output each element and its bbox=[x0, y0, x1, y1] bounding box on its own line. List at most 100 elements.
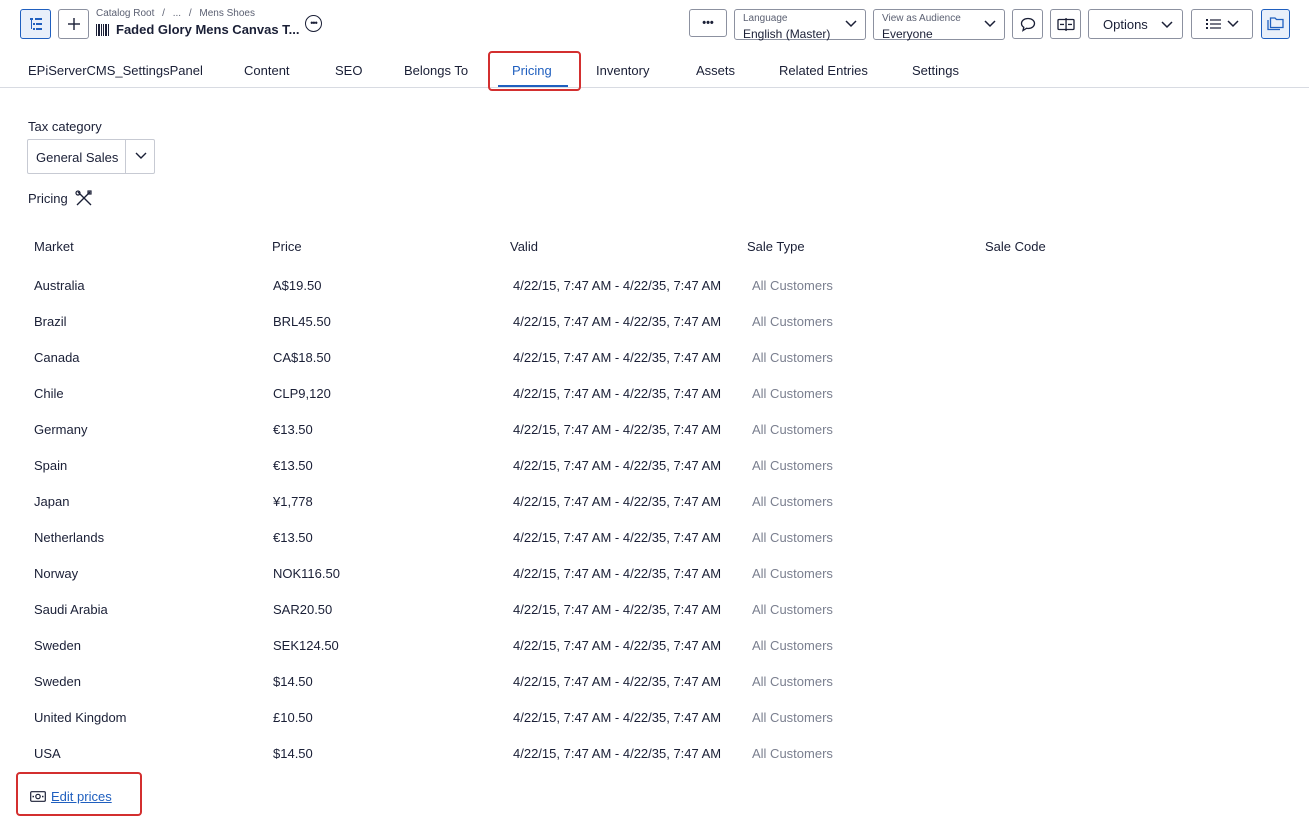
page-title: Faded Glory Mens Canvas T... bbox=[116, 22, 300, 37]
market-cell: Canada bbox=[34, 350, 80, 365]
table-row: Brazil BRL45.50 4/22/15, 7:47 AM - 4/22/35… bbox=[0, 314, 1309, 350]
price-cell: A$19.50 bbox=[273, 278, 322, 293]
options-button-label: Options bbox=[1103, 16, 1148, 32]
table-row: Sweden SEK124.50 4/22/15, 7:47 AM - 4/22/3… bbox=[0, 638, 1309, 674]
view-list-button[interactable] bbox=[1191, 9, 1253, 39]
valid-cell: 4/22/15, 7:47 AM - 4/22/35, 7:47 AM bbox=[513, 602, 722, 617]
tab-settings[interactable]: Settings bbox=[912, 63, 959, 78]
tab-seo[interactable]: SEO bbox=[335, 63, 362, 78]
audience-select[interactable]: View as Audience Everyone bbox=[873, 9, 1005, 41]
add-button[interactable] bbox=[58, 9, 89, 39]
table-row: Australia A$19.50 4/22/15, 7:47 AM - 4/22/… bbox=[0, 278, 1309, 314]
price-cell: ¥1,778 bbox=[273, 494, 313, 509]
tools-icon bbox=[75, 190, 92, 206]
table-row: Spain €13.50 4/22/15, 7:47 AM - 4/22/35, 7… bbox=[0, 458, 1309, 494]
tab-belongs-to[interactable]: Belongs To bbox=[404, 63, 468, 78]
valid-cell: 4/22/15, 7:47 AM - 4/22/35, 7:47 AM bbox=[513, 422, 722, 437]
market-cell: Sweden bbox=[34, 638, 81, 653]
column-header-price: Price bbox=[272, 239, 302, 254]
speech-bubble-icon bbox=[1020, 17, 1035, 32]
sale-type-cell: All Customers bbox=[752, 278, 833, 293]
audience-select-value: Everyone bbox=[882, 27, 933, 41]
compare-view-button[interactable] bbox=[1050, 9, 1081, 39]
price-cell: €13.50 bbox=[273, 458, 313, 473]
price-cell: SAR20.50 bbox=[273, 602, 333, 617]
pricing-label: Pricing bbox=[28, 191, 68, 206]
edit-prices-highlight bbox=[16, 772, 142, 816]
language-select-label: Language bbox=[743, 13, 788, 24]
market-cell: Brazil bbox=[34, 314, 67, 329]
market-cell: Norway bbox=[34, 566, 79, 581]
title-row: Faded Glory Mens Canvas T... bbox=[96, 22, 300, 37]
price-cell: NOK116.50 bbox=[273, 566, 340, 581]
table-row: Chile CLP9,120 4/22/15, 7:47 AM - 4/22/35,… bbox=[0, 386, 1309, 422]
valid-cell: 4/22/15, 7:47 AM - 4/22/35, 7:47 AM bbox=[513, 458, 722, 473]
more-actions-button[interactable]: ••• bbox=[689, 9, 727, 37]
chevron-down-icon bbox=[1161, 21, 1173, 29]
breadcrumb-item-catalog-root[interactable]: Catalog Root bbox=[96, 8, 154, 19]
sale-type-cell: All Customers bbox=[752, 350, 833, 365]
chevron-down-icon bbox=[845, 20, 857, 28]
breadcrumb-item-ellipsis[interactable]: ... bbox=[173, 8, 181, 19]
language-select-value: English (Master) bbox=[743, 27, 831, 41]
sale-type-cell: All Customers bbox=[752, 530, 833, 545]
title-more-options-icon[interactable]: ••• bbox=[305, 15, 322, 32]
market-cell: United Kingdom bbox=[34, 710, 127, 725]
assets-pane-toggle-button[interactable] bbox=[1261, 9, 1290, 39]
market-cell: USA bbox=[34, 746, 61, 761]
sale-type-cell: All Customers bbox=[752, 602, 833, 617]
select-divider bbox=[125, 140, 126, 173]
table-row: Netherlands €13.50 4/22/15, 7:47 AM - 4/22… bbox=[0, 530, 1309, 566]
valid-cell: 4/22/15, 7:47 AM - 4/22/35, 7:47 AM bbox=[513, 278, 722, 293]
sale-type-cell: All Customers bbox=[752, 566, 833, 581]
chevron-down-icon bbox=[135, 152, 147, 159]
tab-related-entries[interactable]: Related Entries bbox=[779, 63, 868, 78]
tree-list-icon bbox=[29, 18, 42, 30]
sale-type-cell: All Customers bbox=[752, 458, 833, 473]
valid-cell: 4/22/15, 7:47 AM - 4/22/35, 7:47 AM bbox=[513, 674, 722, 689]
valid-cell: 4/22/15, 7:47 AM - 4/22/35, 7:47 AM bbox=[513, 710, 722, 725]
sale-type-cell: All Customers bbox=[752, 422, 833, 437]
valid-cell: 4/22/15, 7:47 AM - 4/22/35, 7:47 AM bbox=[513, 530, 722, 545]
valid-cell: 4/22/15, 7:47 AM - 4/22/35, 7:47 AM bbox=[513, 638, 722, 653]
language-select[interactable]: Language English (Master) bbox=[734, 9, 866, 41]
tax-category-select[interactable]: General Sales bbox=[27, 139, 155, 174]
market-cell: Sweden bbox=[34, 674, 81, 689]
comments-button[interactable] bbox=[1012, 9, 1043, 39]
breadcrumb: Catalog Root / ... / Mens Shoes bbox=[96, 8, 260, 19]
price-cell: $14.50 bbox=[273, 746, 313, 761]
column-header-valid: Valid bbox=[510, 239, 538, 254]
tab-content[interactable]: Content bbox=[244, 63, 290, 78]
tab-bar: EPiServerCMS_SettingsPanel Content SEO B… bbox=[0, 56, 1309, 88]
price-cell: $14.50 bbox=[273, 674, 313, 689]
price-cell: €13.50 bbox=[273, 530, 313, 545]
tax-category-label: Tax category bbox=[28, 119, 102, 134]
market-cell: Chile bbox=[34, 386, 64, 401]
sale-type-cell: All Customers bbox=[752, 674, 833, 689]
tab-episerver-settings-panel[interactable]: EPiServerCMS_SettingsPanel bbox=[28, 63, 203, 78]
plus-icon bbox=[67, 18, 80, 30]
valid-cell: 4/22/15, 7:47 AM - 4/22/35, 7:47 AM bbox=[513, 494, 722, 509]
price-cell: €13.50 bbox=[273, 422, 313, 437]
price-cell: CA$18.50 bbox=[273, 350, 331, 365]
breadcrumb-separator: / bbox=[162, 8, 165, 19]
valid-cell: 4/22/15, 7:47 AM - 4/22/35, 7:47 AM bbox=[513, 386, 722, 401]
table-row: United Kingdom £10.50 4/22/15, 7:47 AM - 4… bbox=[0, 710, 1309, 746]
valid-cell: 4/22/15, 7:47 AM - 4/22/35, 7:47 AM bbox=[513, 746, 722, 761]
pricing-tab-highlight bbox=[488, 51, 581, 91]
market-cell: Netherlands bbox=[34, 530, 105, 545]
breadcrumb-item-mens-shoes[interactable]: Mens Shoes bbox=[199, 8, 255, 19]
tab-assets[interactable]: Assets bbox=[696, 63, 735, 78]
table-row: USA $14.50 4/22/15, 7:47 AM - 4/22/35, 7:4… bbox=[0, 746, 1309, 782]
folders-icon bbox=[1267, 17, 1284, 31]
options-button[interactable]: Options bbox=[1088, 9, 1183, 39]
valid-cell: 4/22/15, 7:47 AM - 4/22/35, 7:47 AM bbox=[513, 314, 722, 329]
market-cell: Japan bbox=[34, 494, 70, 509]
navigation-tree-toggle-button[interactable] bbox=[20, 9, 51, 39]
price-cell: CLP9,120 bbox=[273, 386, 331, 401]
market-cell: Spain bbox=[34, 458, 68, 473]
column-header-sale-code: Sale Code bbox=[985, 239, 1046, 254]
chevron-down-icon bbox=[1226, 20, 1239, 28]
tab-inventory[interactable]: Inventory bbox=[596, 63, 649, 78]
market-cell: Saudi Arabia bbox=[34, 602, 108, 617]
